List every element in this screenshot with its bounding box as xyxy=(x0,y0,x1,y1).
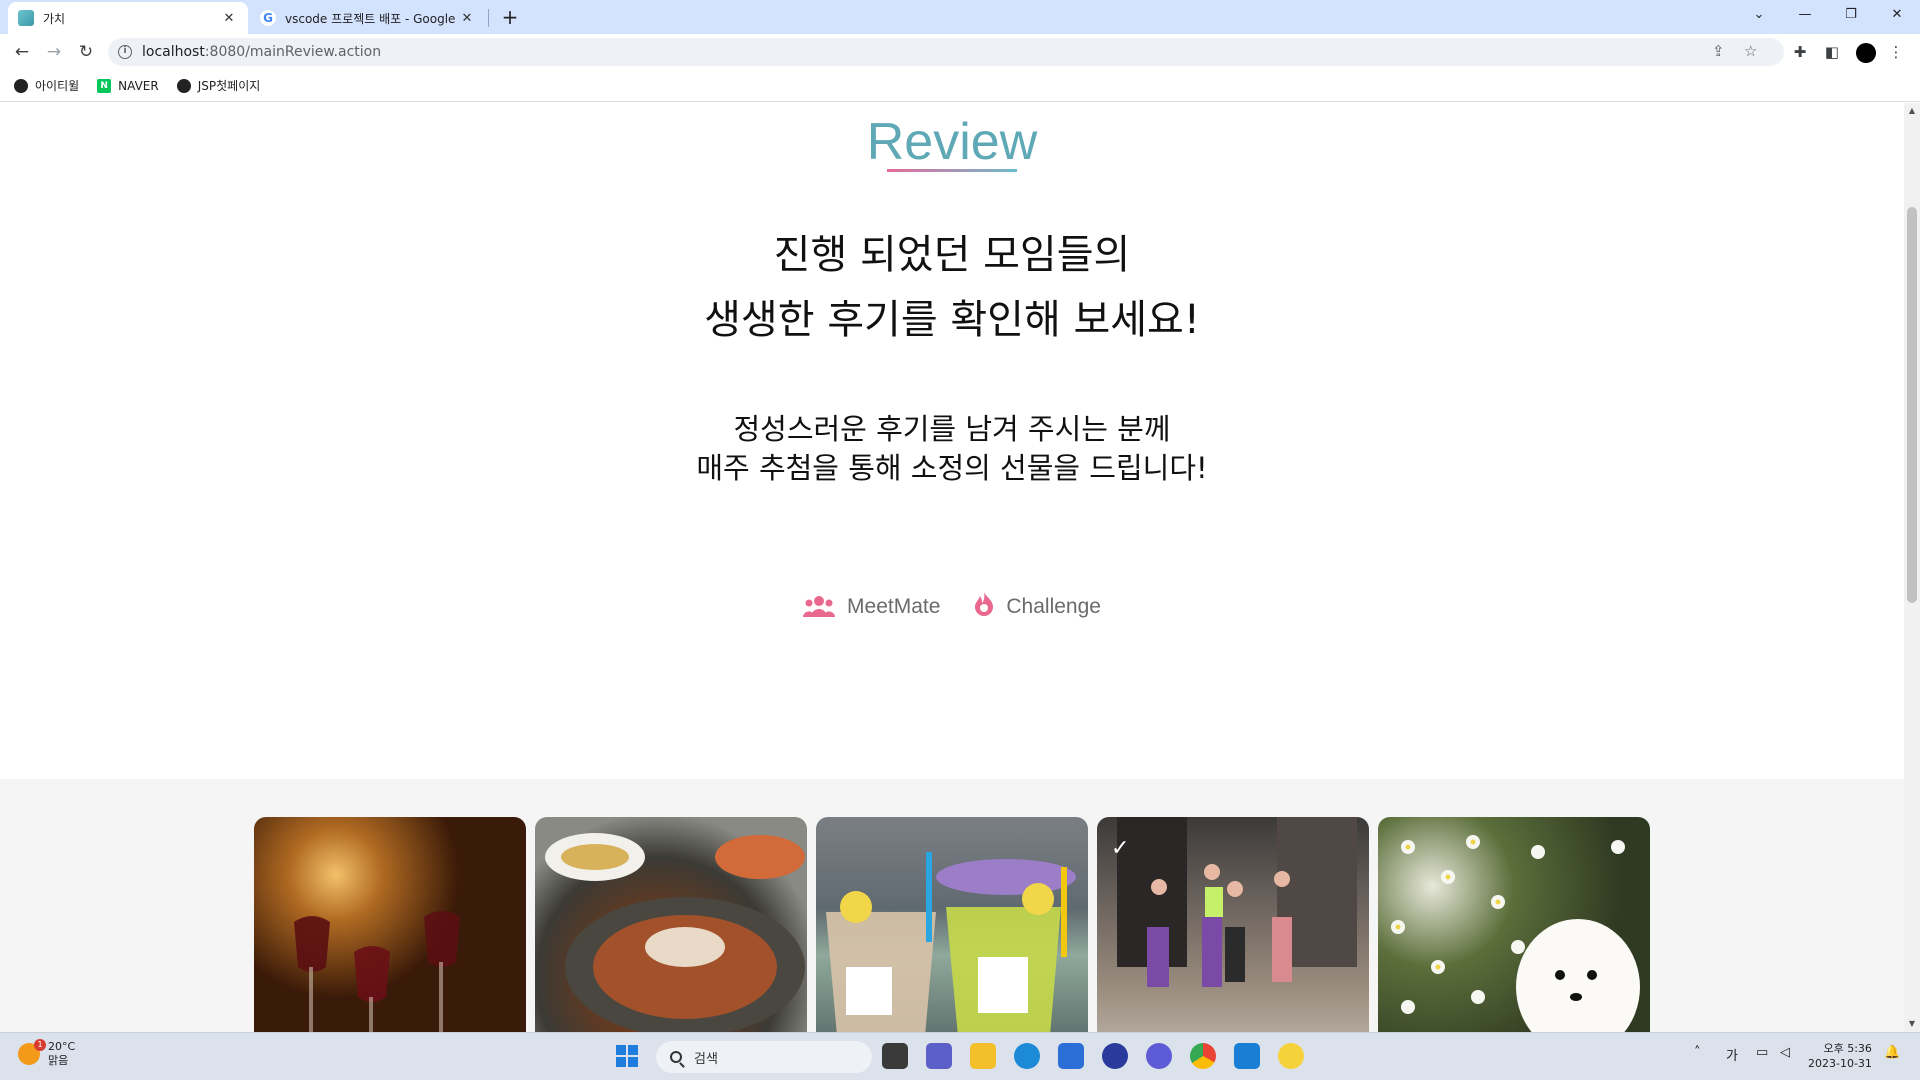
filter-label: MeetMate xyxy=(847,594,941,618)
clock-date: 2023-10-31 xyxy=(1808,1057,1872,1070)
site-info-icon[interactable]: i xyxy=(118,45,132,59)
iced-drinks-image xyxy=(826,852,1076,1032)
bookmark-label: 아이티윌 xyxy=(35,79,80,93)
weather-desc: 맑음 xyxy=(48,1054,69,1067)
ime-indicator[interactable]: 가 xyxy=(1726,1045,1738,1064)
address-bar[interactable]: i localhost:8080/mainReview.action ⇪ ☆ xyxy=(108,38,1784,66)
weather-badge: 1 xyxy=(34,1039,46,1051)
back-button[interactable]: ← xyxy=(10,40,34,64)
korean-food-image xyxy=(545,833,805,1032)
filter-label: Challenge xyxy=(1006,594,1101,618)
file-explorer-icon[interactable] xyxy=(970,1043,996,1069)
users-icon xyxy=(803,595,836,619)
scroll-up-icon[interactable]: ▲ xyxy=(1904,103,1920,119)
taskbar-search-label: 검색 xyxy=(694,1051,718,1067)
browser-toolbar: ← → ↻ i localhost:8080/mainReview.action… xyxy=(0,34,1920,70)
bookmark-jsp[interactable]: JSP첫페이지 xyxy=(176,77,261,94)
app-arrow-icon[interactable] xyxy=(1146,1043,1172,1069)
bookmark-label: NAVER xyxy=(118,78,159,93)
tab-vscode[interactable]: G vscode 프로젝트 배포 - Google ✕ xyxy=(250,2,486,34)
sticky-app-icon[interactable] xyxy=(1278,1043,1304,1069)
globe-icon xyxy=(14,78,28,93)
weather-widget[interactable]: 1 20°C 맑음 xyxy=(18,1039,76,1068)
bookmark-label: JSP첫페이지 xyxy=(197,79,261,93)
teams-chat-icon[interactable] xyxy=(926,1043,952,1069)
clock-time: 오후 5:36 xyxy=(1823,1042,1872,1055)
review-card-running[interactable]: ✓ xyxy=(1097,817,1369,1032)
bookmark-naver[interactable]: N NAVER xyxy=(97,78,159,93)
page-viewport: Review 진행 되었던 모임들의 생생한 후기를 확인해 보세요! 정성스러… xyxy=(0,103,1904,1032)
headline: 진행 되었던 모임들의 생생한 후기를 확인해 보세요! xyxy=(0,223,1904,353)
volume-icon[interactable]: ◁ xyxy=(1780,1045,1790,1060)
url-path: :8080/mainReview.action xyxy=(204,44,382,60)
forward-button[interactable]: → xyxy=(42,40,66,64)
globe-icon xyxy=(176,78,191,93)
menu-kebab-icon[interactable]: ⋮ xyxy=(1886,43,1906,63)
naver-icon: N xyxy=(97,78,112,93)
review-card-food[interactable] xyxy=(535,817,807,1032)
tab-divider xyxy=(488,9,489,27)
tab-title: vscode 프로젝트 배포 - Google xyxy=(285,11,456,26)
network-icon[interactable]: ▭ xyxy=(1756,1045,1768,1060)
vscode-icon[interactable] xyxy=(1234,1043,1260,1069)
scroll-down-icon[interactable]: ▼ xyxy=(1904,1016,1920,1032)
chrome-icon[interactable] xyxy=(1190,1043,1216,1069)
headline-line-1: 진행 되었던 모임들의 xyxy=(773,232,1131,278)
title-underline xyxy=(887,169,1017,172)
close-icon[interactable]: ✕ xyxy=(458,11,476,26)
notification-bell-icon[interactable]: 🔔 xyxy=(1884,1045,1900,1060)
close-icon[interactable]: ✕ xyxy=(220,11,238,26)
site-favicon-icon xyxy=(18,10,34,26)
svg-text:✓: ✓ xyxy=(1111,836,1129,861)
taskbar: 1 20°C 맑음 검색 ˄ 가 ▭ ◁ 오후 5:36 2023-10-31 … xyxy=(0,1032,1920,1080)
taskbar-search[interactable]: 검색 xyxy=(656,1041,872,1073)
taskbar-clock[interactable]: 오후 5:36 2023-10-31 xyxy=(1808,1041,1872,1071)
bookmark-itwill[interactable]: 아이티윌 xyxy=(14,77,79,94)
event-notice: 정성스러운 후기를 남겨 주시는 분께 매주 추첨을 통해 소정의 선물을 드립… xyxy=(0,410,1904,488)
review-card-puppy[interactable] xyxy=(1378,817,1650,1032)
share-icon[interactable]: ⇪ xyxy=(1712,42,1725,60)
white-puppy-image xyxy=(1391,835,1640,1032)
headline-line-2: 생생한 후기를 확인해 보세요! xyxy=(704,297,1200,343)
tray-chevron-icon[interactable]: ˄ xyxy=(1694,1045,1701,1060)
filter-challenge[interactable]: Challenge xyxy=(974,591,1101,622)
side-panel-icon[interactable]: ◧ xyxy=(1822,43,1842,63)
ms-store-icon[interactable] xyxy=(1058,1043,1084,1069)
restore-button[interactable]: ❐ xyxy=(1828,0,1874,30)
weather-temp: 20°C xyxy=(48,1040,76,1053)
runners-image: ✓ xyxy=(1111,817,1357,987)
notice-line-1: 정성스러운 후기를 남겨 주시는 분께 xyxy=(733,412,1171,446)
review-card-wine[interactable] xyxy=(254,817,526,1032)
edge-icon[interactable] xyxy=(1014,1043,1040,1069)
notice-line-2: 매주 추첨을 통해 소정의 선물을 드립니다! xyxy=(696,451,1208,485)
task-view-icon[interactable] xyxy=(882,1043,908,1069)
tab-title: 가치 xyxy=(43,11,66,26)
tab-gachi[interactable]: 가치 ✕ xyxy=(8,2,248,34)
google-favicon-icon: G xyxy=(260,10,276,26)
wine-glasses-image xyxy=(294,911,460,1032)
start-icon[interactable] xyxy=(614,1043,640,1069)
minimize-button[interactable]: — xyxy=(1782,0,1828,30)
tab-strip: 가치 ✕ G vscode 프로젝트 배포 - Google ✕ + ⌄ — ❐… xyxy=(0,0,1920,34)
scrollbar-thumb[interactable] xyxy=(1907,207,1917,603)
review-gallery: ✓ xyxy=(0,779,1904,1032)
page-scrollbar[interactable]: ▲ ▼ xyxy=(1904,103,1920,1032)
url-host: localhost xyxy=(142,44,205,60)
filter-meetmate[interactable]: MeetMate xyxy=(803,591,940,622)
extensions-icon[interactable]: ✚ xyxy=(1790,43,1810,63)
tab-search-chevron-icon[interactable]: ⌄ xyxy=(1736,0,1782,30)
weather-sun-icon: 1 xyxy=(18,1039,46,1065)
search-icon xyxy=(670,1051,682,1063)
bookmark-star-icon[interactable]: ☆ xyxy=(1744,42,1757,60)
profile-avatar[interactable] xyxy=(1856,43,1876,63)
new-tab-button[interactable]: + xyxy=(498,5,522,29)
review-category-filters: MeetMate Challenge xyxy=(0,591,1904,622)
flame-icon xyxy=(974,591,994,622)
reload-button[interactable]: ↻ xyxy=(74,40,98,64)
app-c-icon[interactable] xyxy=(1102,1043,1128,1069)
bookmarks-bar: 아이티윌 N NAVER JSP첫페이지 xyxy=(0,70,1920,102)
review-card-drinks[interactable] xyxy=(816,817,1088,1032)
close-window-button[interactable]: ✕ xyxy=(1874,0,1920,30)
